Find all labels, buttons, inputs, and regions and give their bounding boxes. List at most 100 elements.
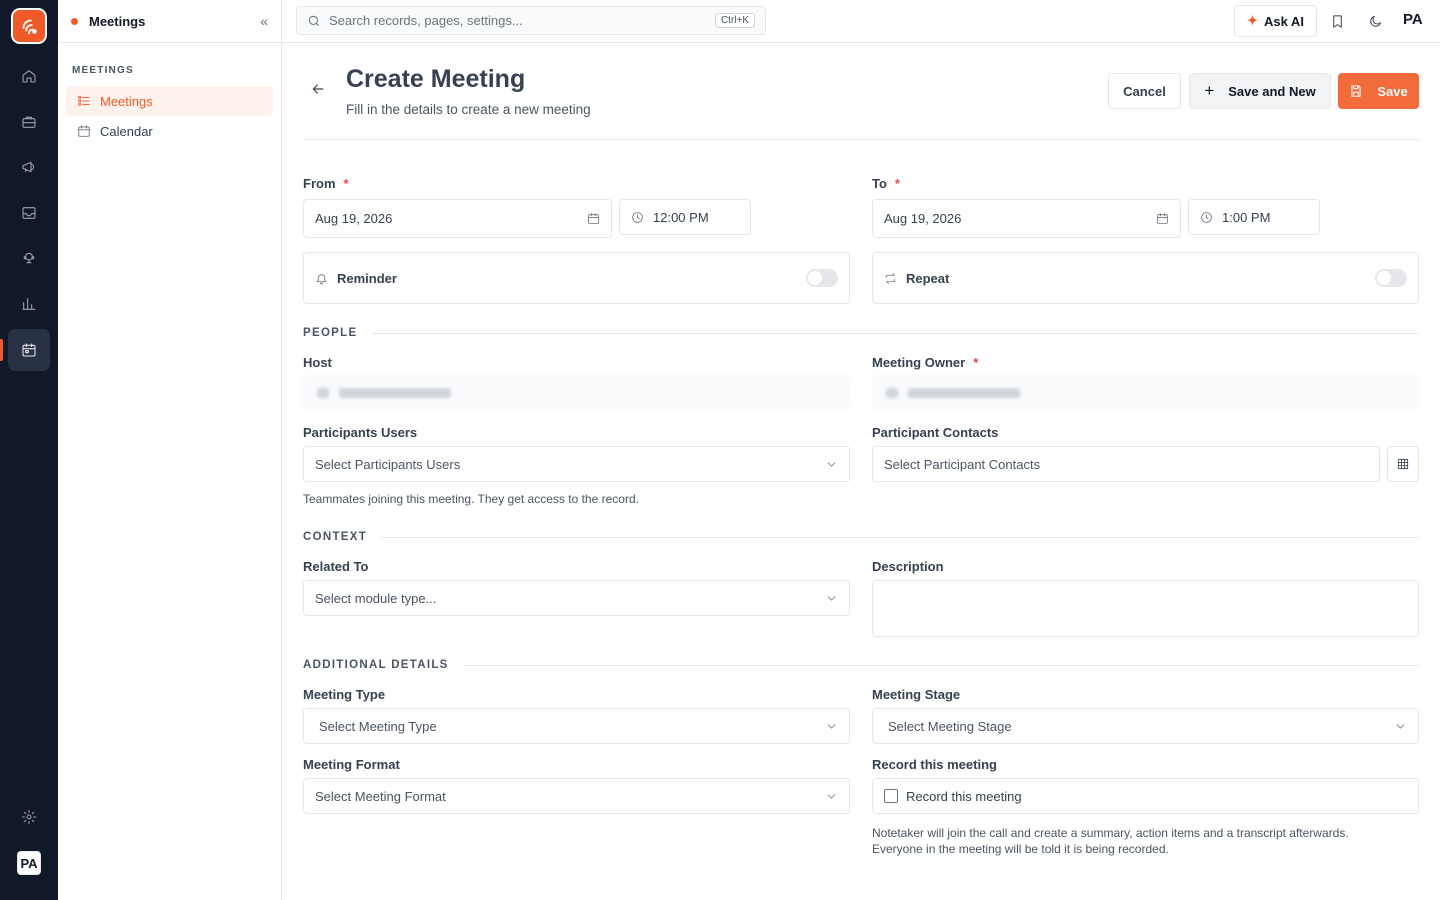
people-section-header: PEOPLE: [303, 326, 1419, 340]
calendar-icon: [588, 213, 599, 224]
from-date-input[interactable]: Aug 19, 2026: [303, 199, 612, 238]
bookmark-icon[interactable]: [1327, 11, 1347, 31]
reminder-toggle-row[interactable]: Reminder: [303, 252, 850, 304]
to-date-value: Aug 19, 2026: [884, 211, 962, 226]
collapse-sidebar-icon[interactable]: «: [260, 13, 268, 29]
to-time-value: 1:00 PM: [1222, 209, 1271, 225]
chevron-down-icon: [827, 461, 836, 467]
rail-active-indicator: [0, 339, 3, 361]
back-arrow-icon[interactable]: [310, 81, 328, 99]
repeat-toggle[interactable]: [1375, 269, 1407, 287]
from-time-input[interactable]: 12:00 PM: [619, 199, 751, 235]
record-meeting-checkbox-row[interactable]: Record this meeting: [872, 778, 1419, 814]
host-label: Host: [303, 355, 332, 370]
ask-ai-label: Ask AI: [1263, 13, 1304, 29]
chevron-down-icon: [827, 723, 836, 729]
main-content: Create Meeting Fill in the details to cr…: [282, 43, 1440, 900]
save-label: Save: [1377, 83, 1408, 99]
header-divider: [303, 139, 1419, 140]
global-search-input[interactable]: Search records, pages, settings... Ctrl+…: [296, 6, 766, 35]
support-icon[interactable]: [8, 237, 50, 279]
save-button[interactable]: Save: [1338, 73, 1419, 109]
sidebar-item-calendar[interactable]: Calendar: [66, 116, 273, 146]
reminder-toggle[interactable]: [806, 269, 838, 287]
sidebar-item-label: Calendar: [100, 123, 153, 139]
page-subtitle: Fill in the details to create a new meet…: [346, 102, 591, 117]
meeting-stage-label: Meeting Stage: [872, 687, 961, 702]
app-logo-icon[interactable]: [11, 8, 47, 44]
context-section-header: CONTEXT: [303, 530, 1419, 544]
to-date-input[interactable]: Aug 19, 2026: [872, 199, 1181, 238]
repeat-toggle-row[interactable]: Repeat: [872, 252, 1419, 304]
calendar-icon[interactable]: [8, 329, 50, 371]
save-and-new-label: Save and New: [1228, 83, 1316, 99]
sidebar-header: Meetings «: [58, 0, 281, 43]
participant-contacts-placeholder: Select Participant Contacts: [884, 456, 1041, 472]
search-placeholder: Search records, pages, settings...: [329, 13, 523, 28]
record-meeting-checkbox[interactable]: [884, 789, 898, 803]
repeat-label: Repeat: [906, 270, 950, 286]
description-label: Description: [872, 559, 944, 574]
contacts-grid-button[interactable]: [1387, 446, 1419, 482]
participants-users-label: Participants Users: [303, 425, 418, 440]
sidebar-section-label: MEETINGS: [72, 65, 134, 76]
sidebar-item-meetings[interactable]: Meetings: [66, 86, 273, 116]
reminder-label: Reminder: [337, 270, 397, 286]
page-title: Create Meeting: [346, 65, 526, 93]
to-label: To *: [872, 176, 900, 191]
related-to-label: Related To: [303, 559, 369, 574]
bell-icon: [316, 273, 327, 284]
cancel-button[interactable]: Cancel: [1108, 73, 1181, 109]
description-textarea[interactable]: [872, 580, 1419, 637]
from-time-value: 12:00 PM: [653, 209, 709, 225]
participants-users-help: Teammates joining this meeting. They get…: [303, 492, 639, 506]
rail-user-avatar[interactable]: PA: [17, 851, 41, 875]
plus-icon: +: [1204, 81, 1215, 100]
module-sidebar: Meetings « MEETINGS Meetings Calendar: [58, 0, 282, 900]
briefcase-icon[interactable]: [8, 101, 50, 143]
calendar-icon: [78, 125, 90, 137]
inbox-icon[interactable]: [8, 192, 50, 234]
participant-contacts-input[interactable]: Select Participant Contacts: [872, 446, 1380, 482]
table-grid-icon: [1397, 458, 1409, 470]
host-select-blurred[interactable]: [303, 375, 850, 411]
chevron-down-icon: [1396, 723, 1405, 729]
sparkle-icon: ✦: [1247, 13, 1258, 28]
participants-users-placeholder: Select Participants Users: [315, 456, 461, 472]
user-avatar[interactable]: PA: [1403, 11, 1423, 28]
module-dot-icon: [71, 17, 78, 25]
participant-contacts-label: Participant Contacts: [872, 425, 999, 440]
topbar: Search records, pages, settings... Ctrl+…: [282, 0, 1440, 43]
participants-users-select[interactable]: Select Participants Users: [303, 446, 850, 482]
additional-details-section-header: ADDITIONAL DETAILS: [303, 658, 1419, 672]
analytics-icon[interactable]: [8, 283, 50, 325]
to-time-input[interactable]: 1:00 PM: [1188, 199, 1320, 235]
megaphone-icon[interactable]: [8, 146, 50, 188]
record-help-line-1: Notetaker will join the call and create …: [872, 826, 1349, 840]
save-and-new-button[interactable]: + Save and New: [1189, 73, 1331, 109]
repeat-icon: [885, 272, 896, 284]
record-meeting-label: Record this meeting: [872, 757, 997, 772]
meeting-stage-select[interactable]: Select Meeting Stage: [872, 708, 1419, 744]
meeting-format-select[interactable]: Select Meeting Format: [303, 778, 850, 814]
chevron-down-icon: [827, 595, 836, 601]
sidebar-title: Meetings: [89, 13, 146, 29]
meeting-format-placeholder: Select Meeting Format: [315, 788, 446, 804]
home-icon[interactable]: [8, 55, 50, 97]
ask-ai-button[interactable]: ✦ Ask AI: [1234, 5, 1317, 37]
meeting-owner-select-blurred[interactable]: [872, 375, 1419, 411]
meeting-type-placeholder: Select Meeting Type: [319, 718, 437, 734]
meeting-format-label: Meeting Format: [303, 757, 400, 772]
related-to-placeholder: Select module type...: [315, 590, 437, 606]
settings-gear-icon[interactable]: [8, 796, 50, 838]
meeting-type-select[interactable]: Select Meeting Type: [303, 708, 850, 744]
search-shortcut-badge: Ctrl+K: [714, 13, 755, 28]
dark-mode-moon-icon[interactable]: [1365, 11, 1385, 31]
list-icon: [78, 95, 90, 106]
from-label: From *: [303, 176, 349, 191]
record-help-line-2: Everyone in the meeting will be told it …: [872, 842, 1169, 856]
related-to-select[interactable]: Select module type...: [303, 580, 850, 616]
app-rail: PA: [0, 0, 58, 900]
meeting-owner-label: Meeting Owner *: [872, 355, 979, 370]
sidebar-item-label: Meetings: [100, 93, 153, 109]
